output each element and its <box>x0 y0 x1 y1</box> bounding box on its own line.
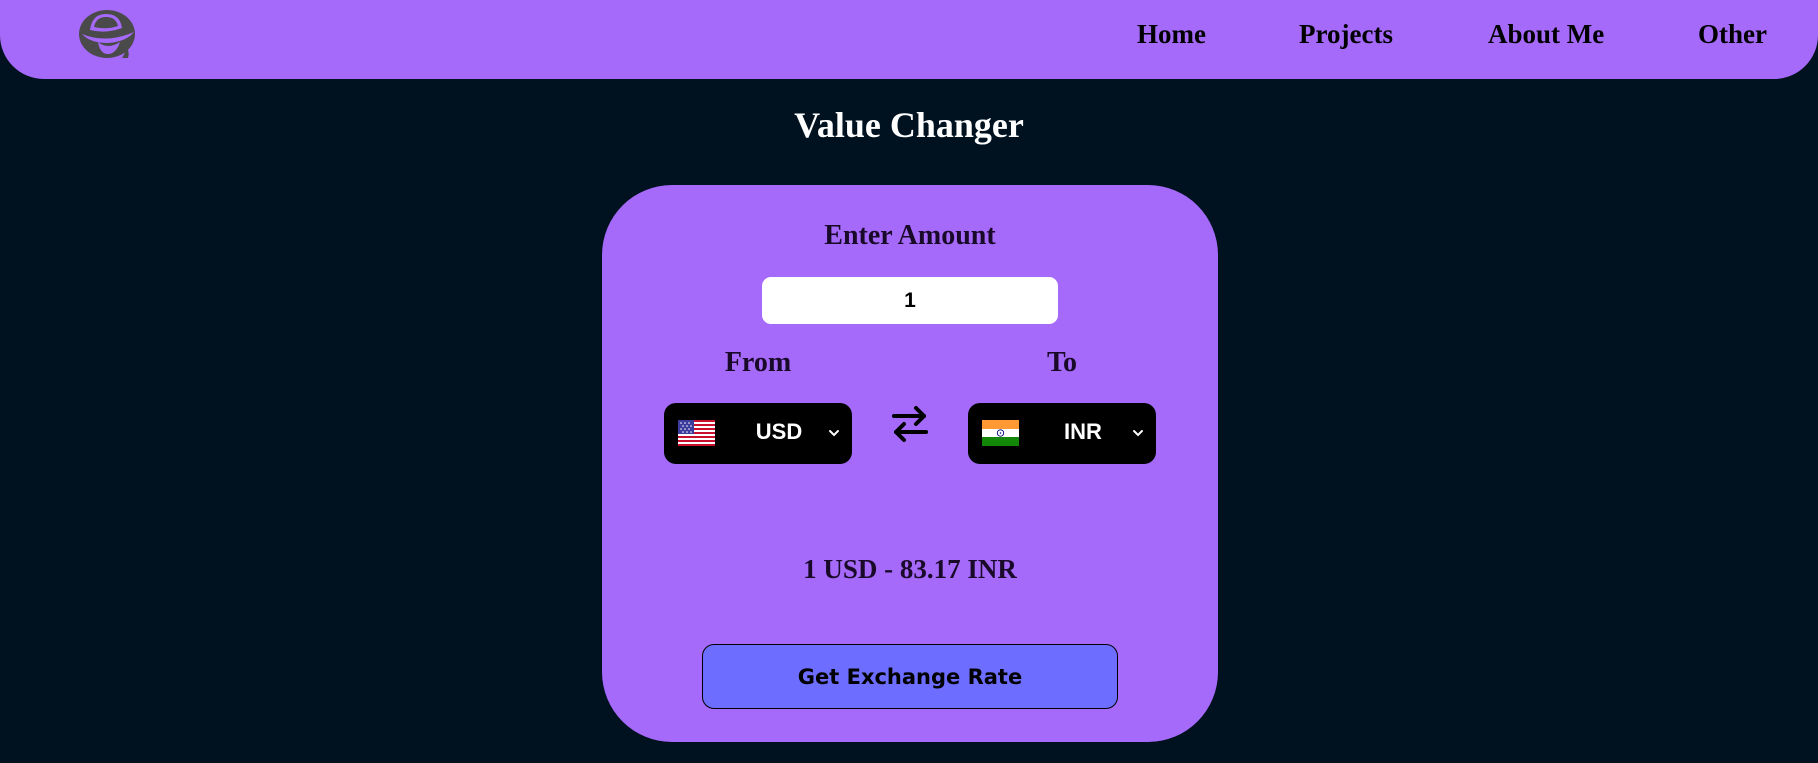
exchange-result: 1 USD - 83.17 INR <box>803 554 1017 584</box>
swap-arrows-icon[interactable] <box>888 403 932 445</box>
redhat-logo-icon[interactable] <box>76 6 140 60</box>
nav-link-about-me[interactable]: About Me <box>1488 19 1604 50</box>
navbar: Home Projects About Me Other <box>0 0 1818 79</box>
nav-link-home[interactable]: Home <box>1137 19 1206 50</box>
converter-card: Enter Amount From To USD <box>602 185 1218 742</box>
to-currency-select[interactable]: INR <box>968 403 1156 464</box>
get-exchange-rate-button[interactable]: Get Exchange Rate <box>702 644 1118 709</box>
from-label: From <box>724 347 792 378</box>
amount-input[interactable] <box>762 277 1058 324</box>
amount-label: Enter Amount <box>824 220 996 251</box>
india-flag-icon <box>982 420 1019 446</box>
nav-link-other[interactable]: Other <box>1698 19 1767 50</box>
to-currency-code: INR <box>1064 419 1102 444</box>
chevron-down-icon <box>829 430 839 437</box>
to-label: To <box>1046 347 1078 378</box>
from-currency-select[interactable]: USD <box>664 403 852 464</box>
us-flag-icon <box>678 420 715 446</box>
from-currency-code: USD <box>755 419 803 444</box>
page-title: Value Changer <box>794 105 1024 145</box>
chevron-down-icon <box>1133 430 1143 437</box>
nav-link-projects[interactable]: Projects <box>1299 19 1393 50</box>
